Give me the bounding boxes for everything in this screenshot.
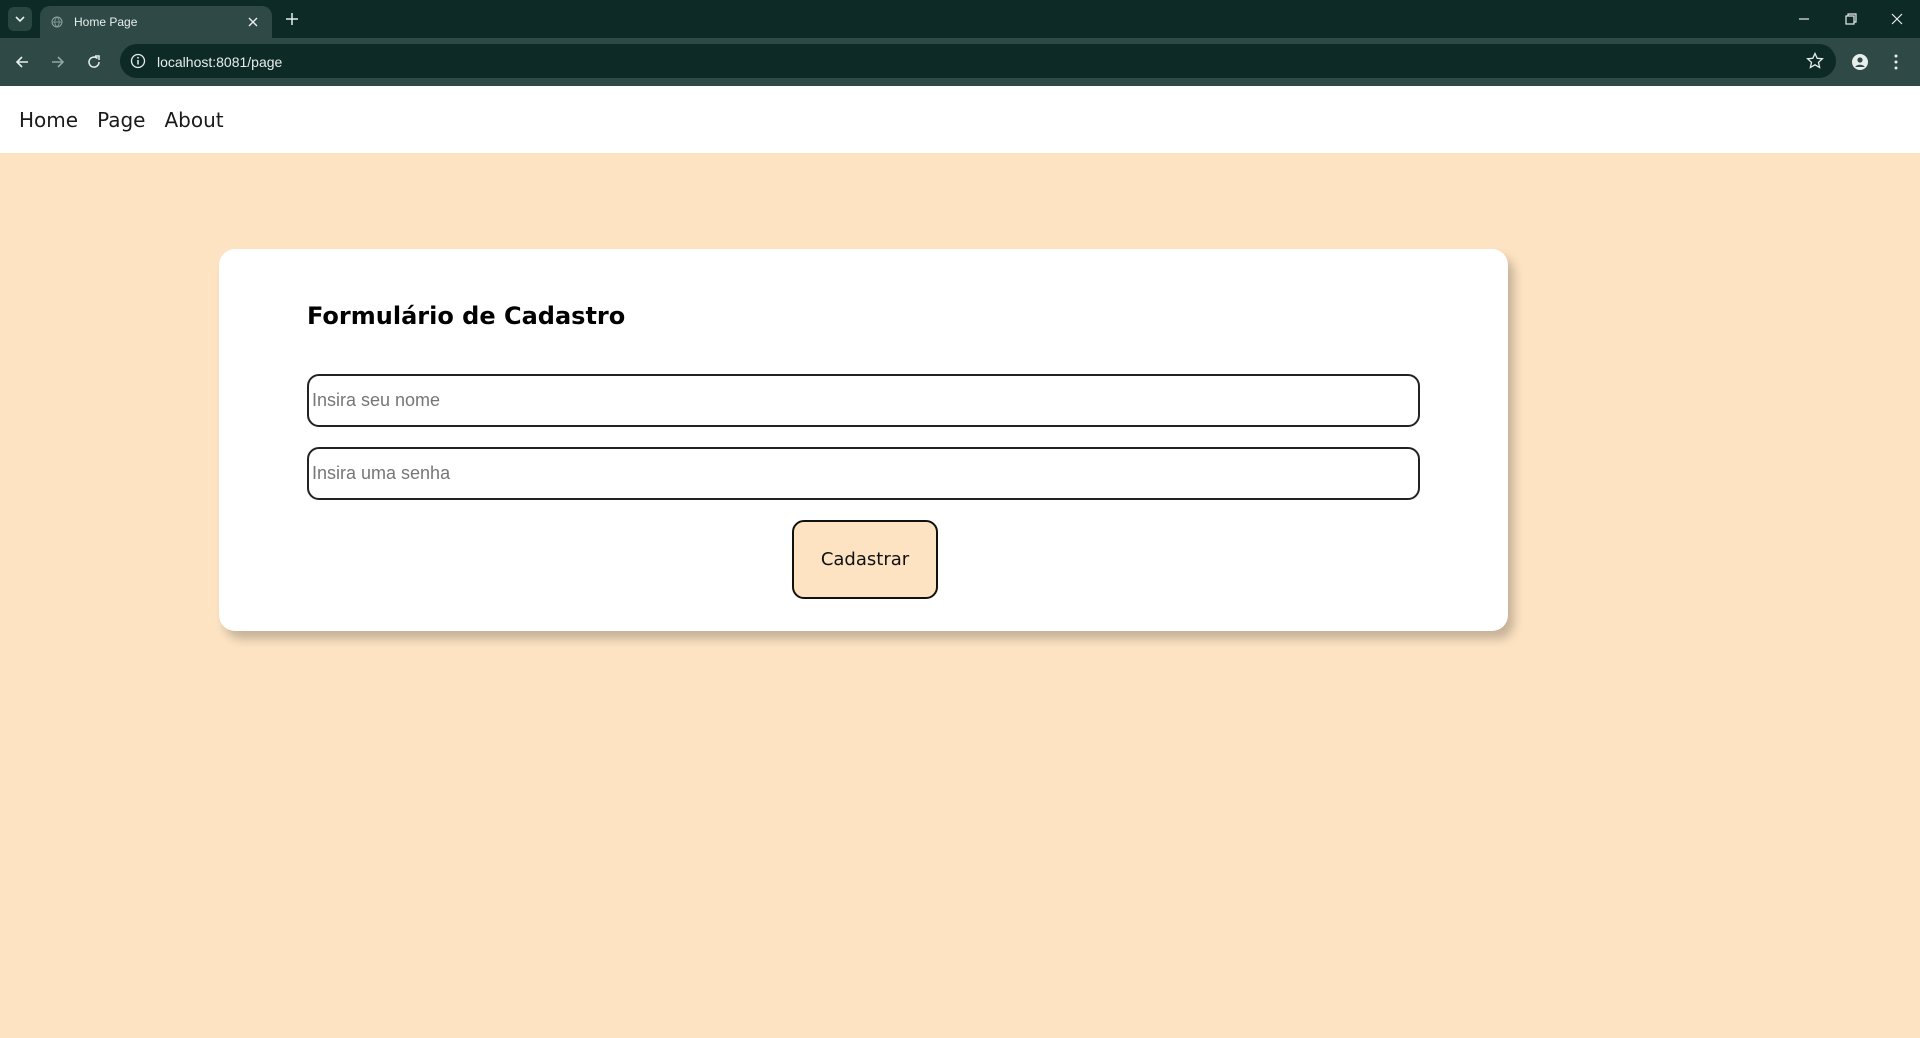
address-bar[interactable]: localhost:8081/page [120, 44, 1836, 78]
register-button[interactable]: Cadastrar [792, 520, 938, 599]
close-icon [248, 17, 258, 27]
minimize-icon [1799, 18, 1809, 20]
globe-icon [50, 15, 64, 29]
site-nav: Home Page About [0, 86, 1920, 153]
minimize-button[interactable] [1789, 6, 1819, 32]
reload-button[interactable] [82, 50, 106, 74]
tab-search-button[interactable] [8, 7, 32, 31]
restore-button[interactable] [1836, 6, 1866, 32]
arrow-left-icon [15, 56, 28, 68]
back-button[interactable] [10, 50, 34, 74]
profile-icon [1852, 54, 1868, 70]
browser-toolbar: localhost:8081/page [0, 38, 1920, 86]
forward-button[interactable] [46, 50, 70, 74]
browser-tab-strip: Home Page [0, 0, 1920, 38]
arrow-right-icon [52, 56, 65, 68]
restore-icon [1845, 13, 1857, 25]
nav-link-about[interactable]: About [164, 108, 223, 132]
plus-icon [286, 13, 298, 25]
close-icon [1891, 13, 1903, 25]
tab-title: Home Page [74, 15, 138, 29]
new-tab-button[interactable] [282, 9, 302, 29]
more-vertical-icon [1894, 54, 1898, 70]
form-title: Formulário de Cadastro [307, 302, 626, 330]
reload-icon [88, 55, 100, 68]
nav-link-home[interactable]: Home [19, 108, 78, 132]
star-icon[interactable] [1806, 52, 1824, 70]
info-icon[interactable] [130, 53, 146, 69]
browser-tab[interactable]: Home Page [40, 6, 272, 38]
url-text: localhost:8081/page [157, 54, 283, 70]
tab-close-button[interactable] [244, 13, 262, 31]
password-input[interactable] [307, 447, 1420, 500]
close-window-button[interactable] [1882, 6, 1912, 32]
registration-card: Formulário de Cadastro Cadastrar [219, 249, 1508, 631]
profile-button[interactable] [1848, 50, 1872, 74]
nav-link-page[interactable]: Page [97, 108, 145, 132]
chevron-down-icon [15, 16, 25, 23]
name-input[interactable] [307, 374, 1420, 427]
browser-menu-button[interactable] [1884, 50, 1908, 74]
